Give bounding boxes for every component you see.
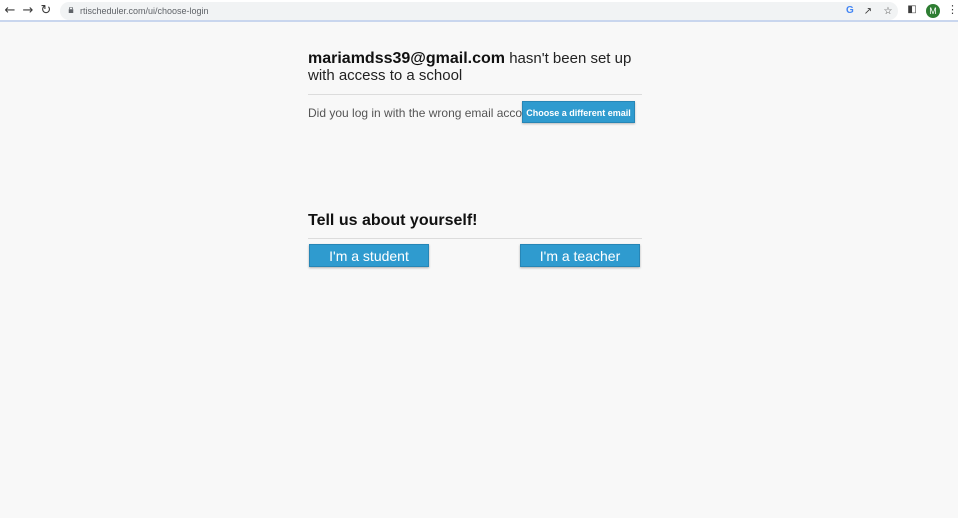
headline: mariamdss39@gmail.com hasn't been set up…	[308, 50, 642, 84]
browser-toolbar: ← → ↻ rtischeduler.com/ui/choose-login G…	[0, 0, 958, 22]
avatar[interactable]: M	[926, 4, 940, 18]
wrong-account-row: Did you log in with the wrong email acco…	[308, 101, 642, 123]
student-button[interactable]: I'm a student	[309, 244, 429, 267]
wrong-account-text: Did you log in with the wrong email acco…	[308, 106, 546, 120]
divider	[308, 238, 642, 239]
login-content: mariamdss39@gmail.com hasn't been set up…	[308, 50, 642, 267]
lock-icon	[68, 7, 74, 13]
address-bar[interactable]: rtischeduler.com/ui/choose-login G ↗ ☆	[60, 2, 898, 20]
arrow-right-icon[interactable]: →	[20, 3, 36, 19]
arrow-left-icon[interactable]: ←	[2, 3, 18, 19]
teacher-button[interactable]: I'm a teacher	[520, 244, 640, 267]
divider	[308, 94, 642, 95]
more-vert-icon[interactable]: ⋮	[947, 3, 958, 17]
headline-email: mariamdss39@gmail.com	[308, 50, 506, 67]
share-icon[interactable]: ↗	[862, 6, 874, 18]
reload-icon[interactable]: ↻	[38, 3, 54, 19]
star-icon[interactable]: ☆	[882, 6, 894, 18]
tell-us-title: Tell us about yourself!	[308, 212, 478, 229]
choose-different-email-button[interactable]: Choose a different email	[522, 101, 635, 123]
url-text[interactable]: rtischeduler.com/ui/choose-login	[80, 4, 209, 18]
side-panel-icon[interactable]: ◧	[906, 4, 918, 16]
google-g-icon[interactable]: G	[846, 4, 854, 18]
